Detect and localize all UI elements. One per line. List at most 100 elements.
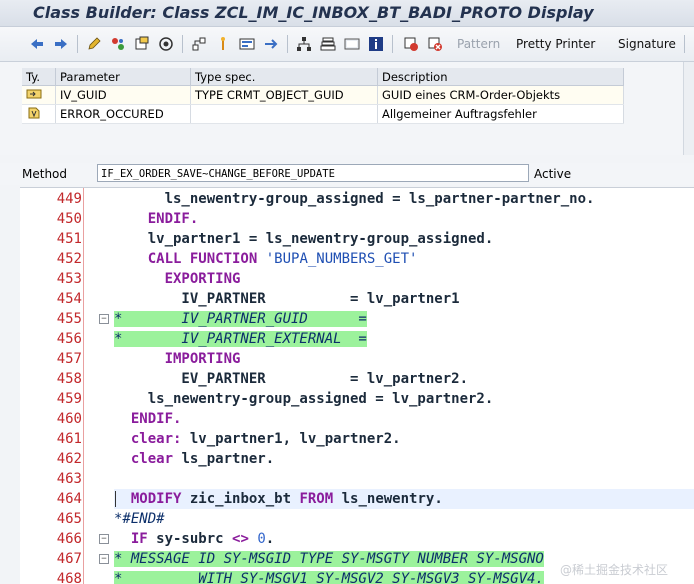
keyword-token: IF: [130, 531, 148, 547]
code-line[interactable]: 458 EV_PARTNER = lv_partner2.: [20, 369, 694, 389]
back-arrow-icon[interactable]: [29, 36, 45, 52]
tree-icon[interactable]: [296, 36, 312, 52]
info-pin-icon[interactable]: [215, 36, 231, 52]
column-header-parameter[interactable]: Parameter: [55, 68, 191, 86]
code-text: clear: lv_partner1, lv_partner2.: [114, 429, 401, 449]
screen-icon[interactable]: [344, 36, 360, 52]
line-number: 450: [56, 211, 82, 227]
line-number: 461: [56, 431, 82, 447]
code-line[interactable]: 462 clear ls_partner.: [20, 449, 694, 469]
toolbar-separator: [182, 35, 183, 53]
code-text: EV_PARTNER = lv_partner2.: [114, 369, 468, 389]
code-text: CALL FUNCTION 'BUPA_NUMBERS_GET': [114, 249, 418, 269]
fold-toggle-icon[interactable]: −: [99, 534, 109, 544]
code-line[interactable]: 461 clear: lv_partner1, lv_partner2.: [20, 429, 694, 449]
method-bar: Method IF_EX_ORDER_SAVE~CHANGE_BEFORE_UP…: [0, 163, 694, 185]
code-token: sy-subrc: [147, 531, 233, 547]
object-list-icon[interactable]: [134, 36, 150, 52]
vertical-scrollbar[interactable]: [683, 62, 694, 155]
method-name-field[interactable]: IF_EX_ORDER_SAVE~CHANGE_BEFORE_UPDATE: [97, 164, 529, 182]
parameter-panel: Ty. Parameter Type spec. Description IV_…: [0, 62, 694, 155]
code-line[interactable]: 451 lv_partner1 = ls_newentry-group_assi…: [20, 229, 694, 249]
string-token: 'BUPA_NUMBERS_GET': [265, 251, 418, 267]
keyword-token: EXPORTING: [164, 271, 241, 287]
parameter-name: IV_GUID: [55, 85, 191, 105]
code-line[interactable]: 450 ENDIF.: [20, 209, 694, 229]
code-line[interactable]: 456 * IV_PARTNER_EXTERNAL =: [20, 329, 694, 349]
code-text: clear ls_partner.: [114, 449, 274, 469]
code-line[interactable]: 455 − * IV_PARTNER_GUID =: [20, 309, 694, 329]
code-line[interactable]: 452 CALL FUNCTION 'BUPA_NUMBERS_GET': [20, 249, 694, 269]
abap-code-editor[interactable]: 449 ls_newentry-group_assigned = ls_part…: [20, 187, 694, 584]
code-line[interactable]: 463: [20, 469, 694, 489]
table-row[interactable]: IV_GUID TYPE CRMT_OBJECT_GUID GUID eines…: [22, 85, 624, 105]
code-token: zic_inbox_bt: [181, 491, 300, 507]
code-line[interactable]: 465 *#END#: [20, 509, 694, 529]
code-token: ls_newentry.: [333, 491, 443, 507]
code-token: * MESSAGE ID SY-MSGID TYPE SY-MSGTY NUMB…: [114, 551, 544, 567]
column-header-type-spec[interactable]: Type spec.: [190, 68, 378, 86]
pretty-printer-button[interactable]: Pretty Printer: [516, 37, 595, 51]
line-number: 464: [56, 491, 82, 507]
toolbar-separator: [77, 35, 78, 53]
comment-text: *#END#: [114, 509, 165, 529]
code-line[interactable]: 460 ENDIF.: [20, 409, 694, 429]
keyword-token: <>: [232, 531, 249, 547]
code-text: MODIFY zic_inbox_bt FROM ls_newentry.: [114, 489, 443, 509]
stack-icon[interactable]: [320, 36, 336, 52]
code-token: *#END#: [114, 511, 165, 527]
toolbar-separator: [684, 35, 685, 53]
comment-text: * WITH SY-MSGV1 SY-MSGV2 SY-MSGV3 SY-MSG…: [114, 569, 544, 584]
line-number: 449: [56, 191, 82, 207]
code-line[interactable]: 457 IMPORTING: [20, 349, 694, 369]
activate-icon[interactable]: [110, 36, 126, 52]
forward-arrow-icon[interactable]: [53, 36, 69, 52]
window-title: Class Builder: Class ZCL_IM_IC_INBOX_BT_…: [33, 3, 594, 22]
pattern-button[interactable]: Pattern: [457, 37, 500, 51]
parameter-description: Allgemeiner Auftragsfehler: [377, 104, 624, 124]
hierarchy-icon[interactable]: [191, 36, 207, 52]
edit-pencil-icon[interactable]: [86, 36, 102, 52]
insert-statement-icon[interactable]: [403, 36, 419, 52]
code-text: lv_partner1 = ls_newentry-group_assigned…: [114, 229, 494, 249]
code-line[interactable]: 459 ls_newentry-group_assigned = lv_part…: [20, 389, 694, 409]
delete-statement-icon[interactable]: [427, 36, 443, 52]
code-token: * IV_PARTNER_EXTERNAL =: [114, 331, 367, 347]
code-token: 0: [257, 531, 266, 547]
display-object-icon[interactable]: [239, 36, 255, 52]
code-line[interactable]: 466 − IF sy-subrc <> 0.: [20, 529, 694, 549]
signature-button[interactable]: Signature: [618, 37, 676, 51]
code-text: ENDIF.: [114, 209, 199, 229]
code-token: ls_newentry-group_assigned = lv_partner2…: [114, 391, 494, 407]
line-number: 459: [56, 391, 82, 407]
parameter-type: [190, 104, 378, 124]
where-used-icon[interactable]: [158, 36, 174, 52]
code-text: IMPORTING: [114, 349, 241, 369]
code-text: IF sy-subrc <> 0.: [114, 529, 274, 549]
line-number: 460: [56, 411, 82, 427]
fold-toggle-icon[interactable]: −: [99, 554, 109, 564]
code-text: IV_PARTNER = lv_partner1: [114, 289, 459, 309]
keyword-token: FROM: [299, 491, 334, 507]
table-row[interactable]: ERROR_OCCURED Allgemeiner Auftragsfehler: [22, 104, 624, 124]
line-number: 466: [56, 531, 82, 547]
column-header-description[interactable]: Description: [377, 68, 624, 86]
column-header-type[interactable]: Ty.: [22, 68, 56, 86]
code-line[interactable]: 454 IV_PARTNER = lv_partner1: [20, 289, 694, 309]
title-bar: Class Builder: Class ZCL_IM_IC_INBOX_BT_…: [0, 0, 694, 27]
keyword-token: ENDIF.: [130, 411, 182, 427]
parameter-description: GUID eines CRM-Order-Objekts: [377, 85, 624, 105]
code-line[interactable]: 453 EXPORTING: [20, 269, 694, 289]
keyword-token: MODIFY: [130, 491, 182, 507]
toolbar-separator: [287, 35, 288, 53]
code-line[interactable]: 449 ls_newentry-group_assigned = ls_part…: [20, 189, 694, 209]
fold-toggle-icon[interactable]: −: [99, 314, 109, 324]
info-icon[interactable]: [368, 36, 384, 52]
navigate-icon[interactable]: [263, 36, 279, 52]
code-line[interactable]: 464 MODIFY zic_inbox_bt FROM ls_newentry…: [20, 489, 694, 509]
